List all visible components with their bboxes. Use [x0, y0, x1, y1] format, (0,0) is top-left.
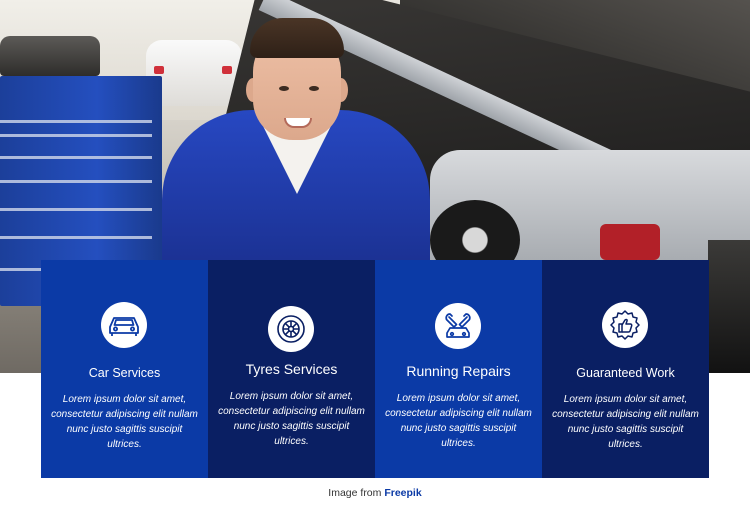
service-description: Lorem ipsum dolor sit amet, consectetur …	[51, 394, 198, 450]
cabinet-drawer	[0, 120, 152, 123]
cabinet-drawer	[0, 134, 152, 137]
tire-icon	[268, 306, 314, 352]
badge-thumbs-up-icon	[602, 302, 648, 348]
cabinet-drawer	[0, 156, 152, 159]
service-description: Lorem ipsum dolor sit amet, consectetur …	[385, 393, 532, 449]
services-grid: Car Services Lorem ipsum dolor sit amet,…	[41, 260, 709, 478]
mechanic-eye	[279, 86, 289, 91]
service-card-tyres-services: Tyres Services Lorem ipsum dolor sit ame…	[208, 260, 375, 478]
credit-prefix: Image from	[328, 487, 382, 499]
service-card-running-repairs: Running Repairs Lorem ipsum dolor sit am…	[375, 260, 542, 478]
cabinet-drawer	[0, 236, 152, 239]
engine-detail	[708, 240, 750, 373]
wrench-car-icon	[435, 303, 481, 349]
service-description: Lorem ipsum dolor sit amet, consectetur …	[218, 391, 365, 447]
service-card-guaranteed-work: Guaranteed Work Lorem ipsum dolor sit am…	[542, 260, 709, 478]
freepik-link[interactable]: Freepik	[384, 487, 421, 499]
mechanic-eye	[309, 86, 319, 91]
service-title: Tyres Services	[245, 361, 338, 377]
mechanic-hair	[250, 18, 344, 58]
engine-red-part	[600, 224, 660, 260]
cabinet-drawer	[0, 180, 152, 183]
cabinet-drawer	[0, 208, 152, 211]
mechanic-figure	[150, 14, 440, 280]
background-car-dark	[0, 36, 100, 76]
car-icon	[101, 302, 147, 348]
image-credit: Image from Freepik	[0, 487, 750, 499]
service-card-car-services: Car Services Lorem ipsum dolor sit amet,…	[41, 260, 208, 478]
service-title: Car Services	[88, 366, 161, 380]
service-title: Running Repairs	[406, 363, 511, 379]
service-description: Lorem ipsum dolor sit amet, consectetur …	[552, 394, 699, 450]
service-title: Guaranteed Work	[576, 366, 675, 380]
